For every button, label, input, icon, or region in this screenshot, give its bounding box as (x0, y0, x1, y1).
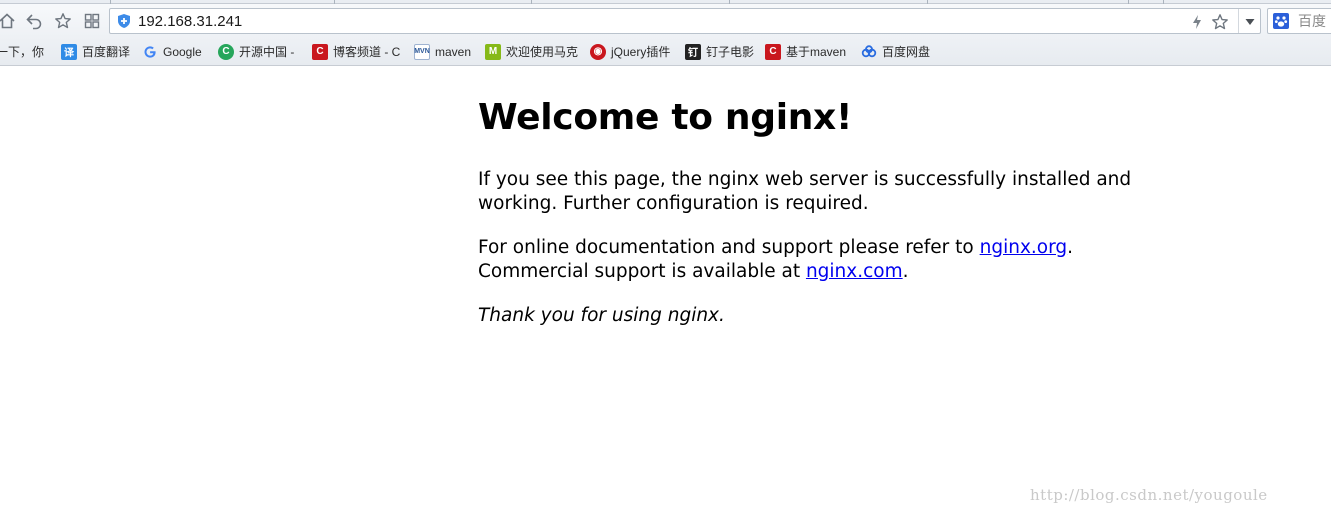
bookmark-label: Google (163, 44, 202, 59)
bookmark-page-button[interactable] (1210, 12, 1230, 32)
nginx-org-link[interactable]: nginx.org (980, 237, 1068, 258)
commercial-text: Commercial support is available at (478, 261, 806, 282)
undo-close-tab-button[interactable] (23, 10, 45, 32)
undo-icon (26, 14, 42, 30)
bookmark-label: maven (435, 44, 472, 59)
support-punct: . (1067, 237, 1074, 258)
support-text: For online documentation and support ple… (478, 237, 980, 258)
support-paragraph: For online documentation and support ple… (478, 236, 1138, 284)
search-box[interactable]: 百度 (1267, 8, 1331, 34)
commercial-punct: . (902, 261, 909, 282)
bookmark-label: 基于maven (786, 45, 847, 59)
baidu-paw-icon (1273, 13, 1289, 29)
shield-icon (118, 14, 130, 28)
navigation-toolbar: 192.168.31.241 百度 (0, 4, 1331, 37)
bookmarks-bar: 一下，你 译 百度翻译 Google C 开源中国 - C 博客频道 - C M… (0, 37, 1331, 66)
home-icon (0, 13, 15, 29)
address-text[interactable]: 192.168.31.241 (138, 13, 242, 30)
search-placeholder: 百度 (1298, 13, 1326, 29)
star-icon (1212, 14, 1228, 30)
csdn-icon: C (312, 43, 328, 60)
thanks-text: Thank you for using nginx. (478, 305, 725, 326)
star-icon (55, 13, 71, 29)
bookmark-item[interactable]: MVN maven (414, 43, 471, 60)
jquery-icon: ◉ (590, 43, 606, 60)
google-icon (142, 44, 158, 60)
bookmark-label: 欢迎使用马克 (506, 45, 579, 59)
history-dropdown-button[interactable] (1240, 12, 1260, 32)
lightning-icon (1193, 15, 1201, 29)
page-content: Welcome to nginx! If you see this page, … (478, 92, 1138, 328)
bookmark-label: 博客频道 - C (333, 45, 401, 59)
bookmark-label: 开源中国 - (239, 45, 295, 59)
bookmark-item[interactable]: 钉 钉子电影 (685, 43, 754, 60)
cloud-disk-icon (861, 44, 877, 60)
translate-icon: 译 (61, 43, 77, 60)
csdn-icon: C (765, 43, 781, 60)
bookmark-item[interactable]: C 开源中国 - (218, 43, 294, 60)
intro-paragraph: If you see this page, the nginx web serv… (478, 169, 1132, 214)
oschina-icon: C (218, 43, 234, 60)
bookmark-item[interactable]: M 欢迎使用马克 (485, 43, 578, 60)
bookmark-label: 钉子电影 (706, 45, 755, 59)
bookmark-label: 百度翻译 (82, 45, 131, 59)
bookmark-item[interactable]: ◉ jQuery插件 (590, 43, 670, 60)
apps-button[interactable] (81, 10, 103, 32)
bookmark-label: jQuery插件 (611, 45, 671, 59)
bookmark-item[interactable]: 一下，你 (0, 43, 44, 60)
address-divider (1238, 9, 1239, 33)
bookmark-item[interactable]: 译 百度翻译 (61, 43, 130, 60)
speed-mode-button[interactable] (1187, 12, 1207, 32)
favorites-button[interactable] (52, 10, 74, 32)
chevron-down-icon (1245, 19, 1255, 25)
bookmark-item[interactable]: Google (142, 43, 202, 60)
bookmark-item[interactable]: C 博客频道 - C (312, 43, 400, 60)
bookmark-label: 一下，你 (0, 45, 45, 59)
bookmark-item[interactable]: C 基于maven (765, 43, 846, 60)
page-title: Welcome to nginx! (478, 97, 853, 138)
bookmark-label: 百度网盘 (882, 45, 931, 59)
bookmark-item[interactable]: 百度网盘 (861, 43, 930, 60)
mvn-icon: MVN (414, 43, 430, 60)
nginx-com-link[interactable]: nginx.com (806, 261, 903, 282)
home-button[interactable] (0, 10, 18, 32)
movie-icon: 钉 (685, 43, 701, 60)
watermark: http://blog.csdn.net/yougoule (1030, 486, 1268, 504)
address-bar[interactable]: 192.168.31.241 (109, 8, 1261, 34)
markdown-icon: M (485, 43, 501, 60)
grid-icon (84, 13, 100, 29)
